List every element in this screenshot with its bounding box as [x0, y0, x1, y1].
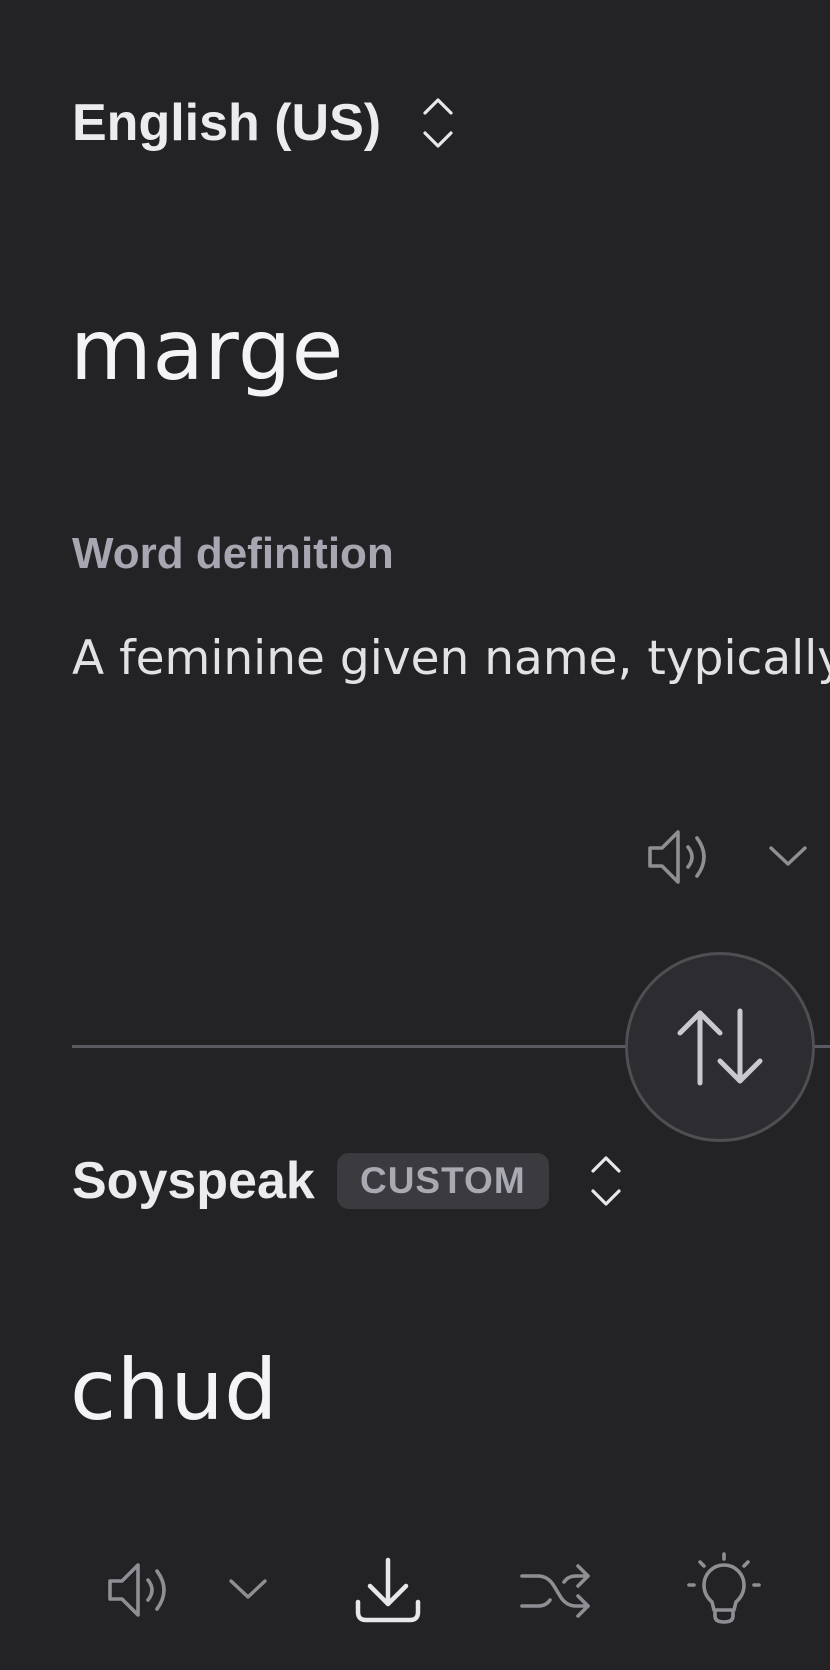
source-speak-button[interactable]	[644, 822, 714, 892]
target-language-selector[interactable]: Soyspeak CUSTOM	[72, 1150, 623, 1212]
chevron-down-icon	[769, 846, 807, 866]
chevron-up-down-icon	[421, 95, 455, 151]
chevron-down-icon	[229, 1579, 267, 1599]
source-language-selector[interactable]: English (US)	[72, 90, 455, 156]
target-speak-button[interactable]	[104, 1555, 174, 1625]
definition-title: Word definition	[72, 529, 394, 578]
translated-text[interactable]: chud	[70, 1340, 278, 1440]
definition-text: A feminine given name, typically	[72, 631, 830, 686]
divider	[72, 1045, 626, 1048]
lightbulb-icon	[687, 1552, 761, 1624]
speaker-icon	[648, 830, 706, 884]
custom-badge: CUSTOM	[336, 1153, 549, 1209]
speaker-icon	[108, 1563, 166, 1617]
source-speaker-menu-button[interactable]	[766, 840, 810, 870]
swap-languages-button[interactable]	[625, 952, 815, 1142]
download-button[interactable]	[352, 1554, 424, 1626]
divider-right	[814, 1045, 830, 1048]
idea-button[interactable]	[686, 1552, 762, 1628]
swap-arrows-icon	[677, 1008, 763, 1086]
shuffle-button[interactable]	[518, 1556, 594, 1626]
source-language-label: English (US)	[72, 94, 382, 152]
target-language-label: Soyspeak	[72, 1152, 315, 1210]
target-speaker-menu-button[interactable]	[226, 1573, 270, 1603]
download-icon	[355, 1557, 421, 1623]
shuffle-icon	[520, 1564, 590, 1618]
source-text[interactable]: marge	[70, 300, 344, 400]
chevron-up-down-icon	[589, 1153, 623, 1209]
